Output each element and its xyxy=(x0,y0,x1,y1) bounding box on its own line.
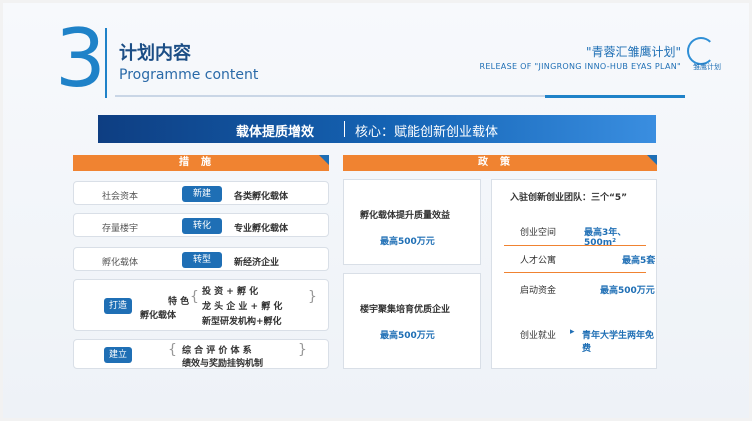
measure-action: 转型 xyxy=(182,252,222,268)
policy-header: 政策 xyxy=(343,155,657,171)
brand-subtitle: RELEASE OF "JINGRONG INNO-HUB EYAS PLAN" xyxy=(479,62,681,71)
page-title: 计划内容 xyxy=(119,43,191,64)
policy-box: 孵化载体提升质量效益 最高500万元 xyxy=(343,179,481,265)
policy-box: 楼宇聚集培育优质企业 最高500万元 xyxy=(343,273,481,369)
measure-action: 转化 xyxy=(182,218,222,234)
measure-label: 存量楼宇 xyxy=(102,224,139,234)
brace-left: { xyxy=(190,289,199,305)
create-row: 打造 特 色 孵化载体 { 投 资 + 孵 化 龙 头 企 业 + 孵 化 新型… xyxy=(73,279,329,331)
measure-label: 社会资本 xyxy=(102,192,139,202)
team-row-label: 创业空间 xyxy=(520,228,557,238)
establish-row: 建立 { 综 合 评 价 体 系 绩效与奖励挂钩机制 } xyxy=(73,339,329,369)
brand-title: "青蓉汇雏鹰计划" xyxy=(585,45,681,59)
measures-header-label: 措施 xyxy=(179,157,223,168)
establish-tag: 建立 xyxy=(104,347,132,363)
brace-left: { xyxy=(168,342,177,358)
team-row-label: 人才公寓 xyxy=(520,256,557,266)
create-tag: 打造 xyxy=(104,298,132,314)
team-box: 入驻创新创业团队：三个“5” 创业空间 最高3年、500m² 人才公寓 最高5套… xyxy=(491,179,657,369)
section-number: 3 xyxy=(55,12,106,105)
measure-result: 新经济企业 xyxy=(234,258,280,268)
banner: 载体提质增效 核心：赋能创新创业载体 xyxy=(98,115,656,143)
measure-row: 孵化载体 转型 新经济企业 xyxy=(73,247,329,271)
divider xyxy=(504,245,646,246)
banner-right: 核心：赋能创新创业载体 xyxy=(355,125,499,140)
policy-header-label: 政策 xyxy=(478,157,522,168)
measure-label: 孵化载体 xyxy=(102,258,139,268)
policy-box-title: 楼宇聚集培育优质企业 xyxy=(360,305,451,315)
banner-separator xyxy=(344,121,345,137)
team-row-label: 创业就业 xyxy=(520,331,557,341)
eagle-logo-icon xyxy=(687,37,715,65)
page-subtitle: Programme content xyxy=(119,67,259,83)
measures-header: 措施 xyxy=(73,155,329,171)
team-title: 入驻创新创业团队：三个“5” xyxy=(510,193,628,203)
brace-right: } xyxy=(308,289,317,305)
team-row-value: 青年大学生两年免费 xyxy=(582,331,655,354)
logo-text: 雏鹰计划 xyxy=(693,63,721,71)
arrow-icon: ▸ xyxy=(570,327,575,337)
establish-line: 综 合 评 价 体 系 xyxy=(182,346,252,356)
create-item: 龙 头 企 业 + 孵 化 xyxy=(202,302,283,312)
divider xyxy=(105,28,107,98)
slide: 3 计划内容 Programme content "青蓉汇雏鹰计划" RELEA… xyxy=(0,0,752,421)
measure-result: 专业孵化载体 xyxy=(234,224,289,234)
create-item: 投 资 + 孵 化 xyxy=(202,287,259,297)
measure-result: 各类孵化载体 xyxy=(234,192,289,202)
divider xyxy=(115,95,545,97)
divider xyxy=(504,272,646,273)
policy-box-title: 孵化载体提升质量效益 xyxy=(360,211,451,221)
corner-decoration xyxy=(319,155,329,165)
divider xyxy=(545,95,685,98)
team-row-label: 启动资金 xyxy=(520,286,557,296)
policy-box-value: 最高500万元 xyxy=(380,237,435,247)
create-item: 新型研发机构+孵化 xyxy=(202,317,282,327)
team-row-value: 最高500万元 xyxy=(600,286,655,296)
measure-row: 社会资本 新建 各类孵化载体 xyxy=(73,181,329,205)
policy-box-value: 最高500万元 xyxy=(380,331,435,341)
corner-decoration xyxy=(647,155,657,165)
brace-right: } xyxy=(298,342,307,358)
create-name-1: 特 色 xyxy=(168,297,190,307)
team-row-value: 最高5套 xyxy=(622,256,656,266)
banner-left: 载体提质增效 xyxy=(236,125,315,140)
establish-line: 绩效与奖励挂钩机制 xyxy=(182,359,264,369)
measure-action: 新建 xyxy=(182,186,222,202)
create-name-2: 孵化载体 xyxy=(140,311,177,321)
measure-row: 存量楼宇 转化 专业孵化载体 xyxy=(73,213,329,237)
